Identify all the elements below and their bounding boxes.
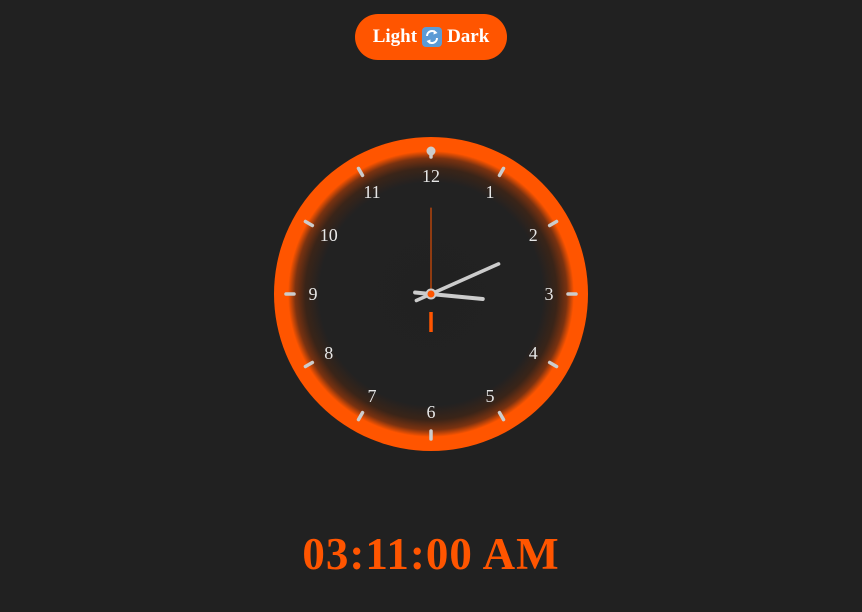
numeral-6: 6 [427, 402, 436, 422]
dark-label: Dark [447, 26, 490, 47]
digital-time: 03:11:00 AM [302, 529, 560, 579]
center-pin [425, 288, 437, 300]
numeral-3: 3 [545, 284, 554, 304]
numeral-1: 1 [486, 182, 495, 202]
numeral-12: 12 [422, 166, 440, 186]
numeral-8: 8 [324, 343, 333, 363]
numeral-10: 10 [320, 225, 338, 245]
numeral-11: 11 [363, 182, 380, 202]
swap-arrows-icon [422, 27, 443, 47]
light-label: Light [372, 26, 418, 47]
numeral-9: 9 [309, 284, 318, 304]
numeral-4: 4 [529, 343, 538, 363]
numeral-2: 2 [529, 225, 538, 245]
numeral-7: 7 [368, 386, 377, 406]
twelve-marker-dot [426, 146, 436, 156]
theme-toggle-button[interactable]: Light Dark [355, 14, 507, 60]
analog-clock: 12 1 2 3 4 5 6 7 8 9 10 11 [273, 136, 589, 452]
numeral-5: 5 [486, 386, 495, 406]
